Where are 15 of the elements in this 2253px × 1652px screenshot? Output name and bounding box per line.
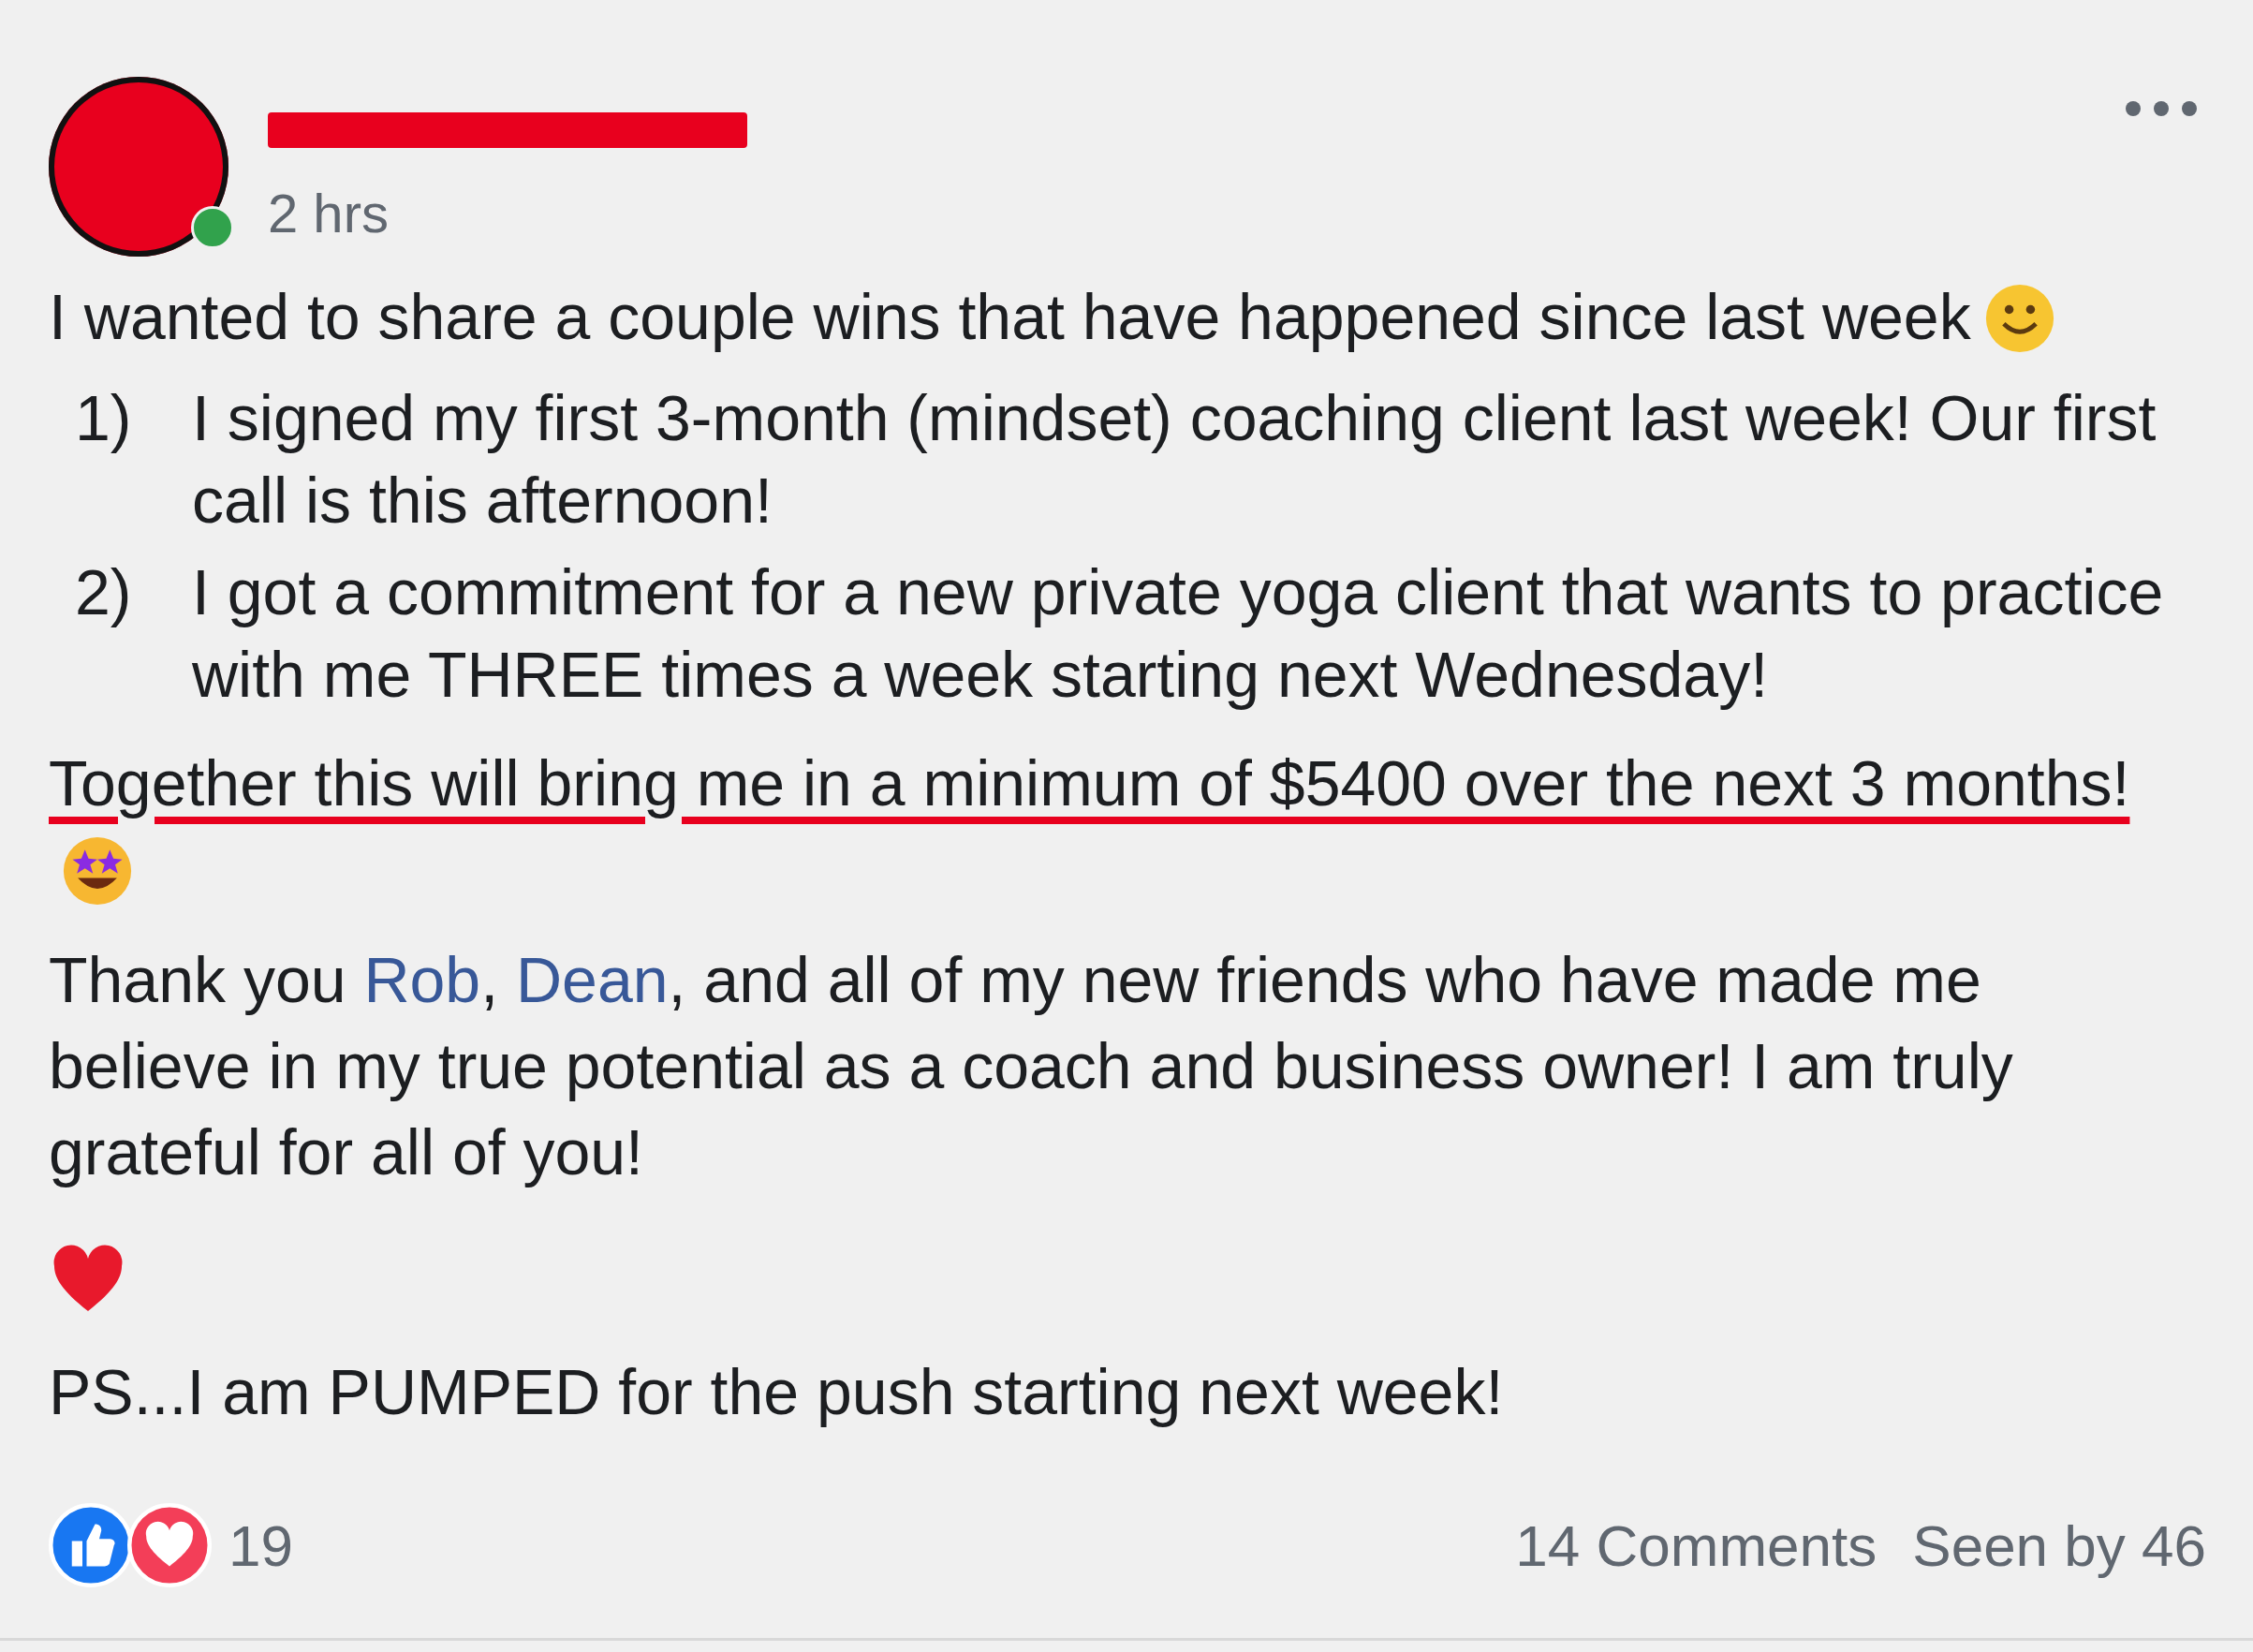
list-number: 1) <box>74 381 133 455</box>
post-paragraph: Together this will bring me in a minimum of $5400 over the next 3 months! <box>49 740 2206 912</box>
post-paragraph: I wanted to share a couple wins that have happened since last week <box>49 273 2206 360</box>
post-paragraph: PS...I am PUMPED for the push starting next week! <box>49 1355 1505 1429</box>
post-paragraph: Thank you Rob, Dean, and all of my new friends who have made me believe in my true potential as a coach and business owner! I am truly grateful for all of you! <box>49 943 2014 1189</box>
list-number: 2) <box>74 555 133 629</box>
mention-link[interactable]: Dean <box>515 944 669 1015</box>
mention-link[interactable]: Rob <box>363 944 481 1015</box>
seen-by-count[interactable]: Seen by 46 <box>1912 1512 2206 1579</box>
reaction-count[interactable]: 19 <box>228 1512 293 1579</box>
list-item-text: I signed my first 3-month (mindset) coaching client last week! Our first call is this afternoon! <box>192 381 2157 538</box>
comments-count-link[interactable]: 14 Comments <box>1515 1512 1878 1579</box>
more-options-icon[interactable] <box>2124 99 2199 118</box>
post-time[interactable]: 2 hrs <box>268 182 747 244</box>
list-item-text: I got a commitment for a new private yoga client that wants to practice with me THREE times a week starting next Wednesday! <box>192 555 2165 712</box>
